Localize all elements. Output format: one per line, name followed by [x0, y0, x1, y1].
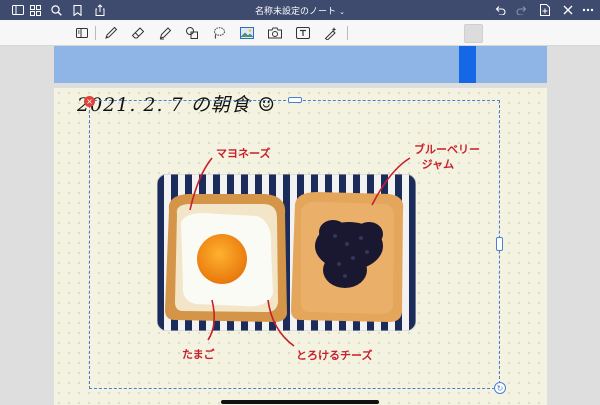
- add-page-icon[interactable]: [537, 2, 553, 18]
- page-thumbnail[interactable]: [464, 24, 483, 43]
- lasso-icon[interactable]: [210, 24, 228, 42]
- annotation-mayonnaise: マヨネーズ: [216, 147, 271, 160]
- breakfast-photo: [157, 174, 416, 331]
- resize-handle-right[interactable]: [496, 237, 503, 251]
- image-icon[interactable]: [238, 24, 256, 42]
- camera-icon[interactable]: [266, 24, 284, 42]
- toolbar-divider: [95, 26, 96, 40]
- annotation-melting-cheese: とろけるチーズ: [296, 349, 373, 362]
- annotation-egg: たまご: [182, 348, 215, 361]
- undo-icon[interactable]: [492, 2, 508, 18]
- chevron-down-icon: ⌄: [339, 8, 345, 16]
- text-icon[interactable]: [294, 24, 312, 42]
- more-options-icon[interactable]: [580, 2, 596, 18]
- annotation-blueberry-jam: ブルーベリー ジャム: [414, 143, 480, 171]
- blue-stripe: [459, 46, 476, 83]
- top-navigation-bar: 名称未設定のノート ⌄: [0, 0, 600, 20]
- delete-selection-icon[interactable]: ×: [84, 96, 95, 107]
- document-title-text: 名称未設定のノート: [255, 7, 337, 17]
- pen-icon[interactable]: [102, 24, 120, 42]
- laser-pointer-icon[interactable]: [322, 24, 340, 42]
- resize-handle-top[interactable]: [288, 97, 302, 103]
- toolbar-divider: [347, 26, 348, 40]
- document-title[interactable]: 名称未設定のノート ⌄: [0, 4, 600, 17]
- close-icon[interactable]: [560, 2, 576, 18]
- drawing-toolbar: [0, 20, 600, 46]
- shapes-icon[interactable]: [183, 24, 201, 42]
- view-icon[interactable]: [73, 24, 91, 42]
- eraser-icon[interactable]: [129, 24, 147, 42]
- redo-icon[interactable]: [514, 2, 530, 18]
- home-indicator[interactable]: [221, 400, 379, 404]
- highlighter-icon[interactable]: [156, 24, 174, 42]
- previous-page: [54, 46, 547, 83]
- rotate-handle-icon[interactable]: ↻: [494, 382, 506, 394]
